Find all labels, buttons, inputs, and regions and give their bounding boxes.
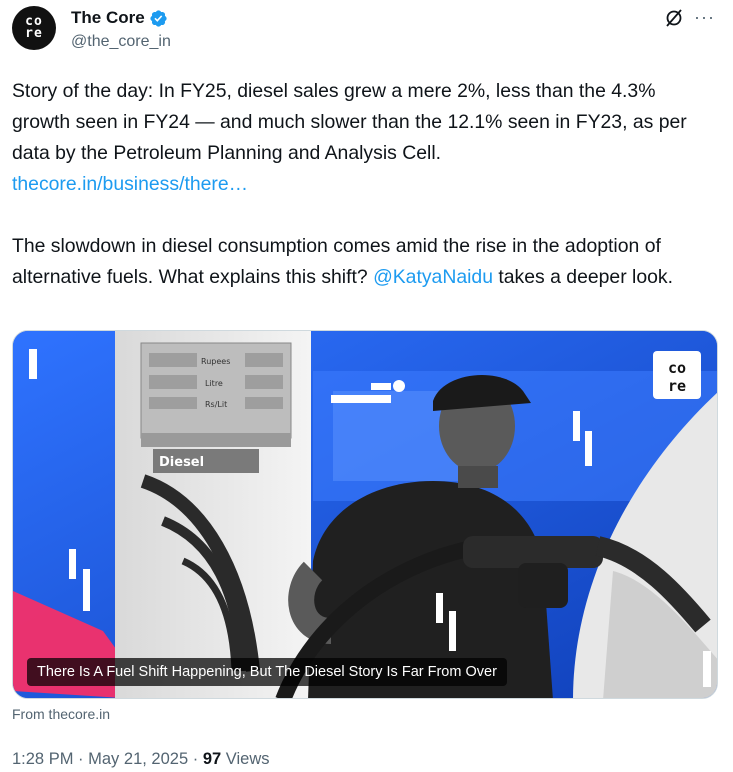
tweet-text: Story of the day: In FY25, diesel sales …	[12, 76, 712, 293]
logo-line-2: re	[668, 377, 686, 395]
mention-link[interactable]: @KatyaNaidu	[373, 266, 493, 288]
pump-row-2: Litre	[205, 379, 223, 388]
pump-row-1: Rupees	[201, 357, 230, 366]
avatar-line-2: re	[25, 26, 43, 41]
fuel-pump: Rupees Litre Rs/Lit Diesel	[115, 331, 311, 698]
card-caption[interactable]: There Is A Fuel Shift Happening, But The…	[27, 658, 507, 686]
paragraph-2-tail: takes a deeper look.	[498, 266, 674, 288]
pump-diesel-label: Diesel	[159, 455, 204, 470]
display-name[interactable]: The Core	[71, 8, 145, 28]
views-label: Views	[225, 750, 270, 768]
meta-separator: ·	[78, 750, 84, 768]
link-card-image[interactable]: Rupees Litre Rs/Lit Diesel co re	[12, 330, 718, 699]
tweet-time[interactable]: 1:28 PM	[12, 750, 73, 768]
views-count: 97	[202, 750, 222, 768]
article-link[interactable]: thecore.in/business/there…	[12, 173, 248, 195]
handle[interactable]: @the_core_in	[71, 33, 171, 51]
tweet: co re The Core @the_core_in ··· Story of…	[0, 0, 733, 772]
more-icon[interactable]: ···	[694, 8, 716, 28]
card-illustration: Rupees Litre Rs/Lit Diesel co re	[13, 331, 717, 698]
grok-icon[interactable]	[664, 8, 684, 28]
tweet-date[interactable]: May 21, 2025	[88, 750, 188, 768]
card-logo: co re	[653, 351, 701, 399]
avatar[interactable]: co re	[12, 6, 56, 50]
card-source[interactable]: From thecore.in	[12, 706, 110, 722]
pump-row-3: Rs/Lit	[205, 400, 227, 409]
logo-line-1: co	[668, 359, 686, 377]
verified-badge-icon	[150, 9, 167, 27]
meta-separator-2: ·	[192, 750, 199, 768]
author-name-row: The Core	[71, 8, 168, 28]
tweet-meta: 1:28 PM · May 21, 2025 · 97 Views	[12, 750, 269, 769]
paragraph-2: The slowdown in diesel consumption comes…	[12, 231, 712, 293]
paragraph-1-text: Story of the day: In FY25, diesel sales …	[12, 80, 687, 164]
paragraph-1: Story of the day: In FY25, diesel sales …	[12, 76, 712, 200]
